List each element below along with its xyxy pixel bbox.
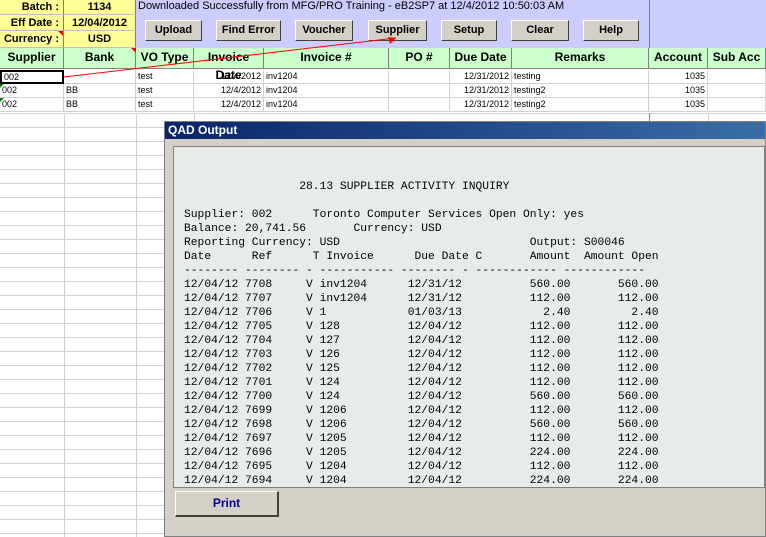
report-line: 12/04/12 7700 V 124 12/04/12 560.00 560.… [184, 391, 659, 403]
report-line: 12/04/12 7696 V 1205 12/04/12 224.00 224… [184, 447, 659, 459]
report-line: 12/04/12 7698 V 1206 12/04/12 560.00 560… [184, 419, 659, 431]
report-line: Supplier: 002 Toronto Computer Services … [184, 209, 584, 221]
report-line: 12/04/12 7708 V inv1204 12/31/12 560.00 … [184, 279, 659, 291]
report-line: 12/04/12 7694 V 1204 12/04/12 224.00 224… [184, 475, 659, 487]
report-line: 12/04/12 7707 V inv1204 12/31/12 112.00 … [184, 293, 659, 305]
report-line: 12/04/12 7703 V 126 12/04/12 112.00 112.… [184, 349, 659, 361]
report-line: 12/04/12 7701 V 124 12/04/12 112.00 112.… [184, 377, 659, 389]
grid-col-line [64, 113, 65, 537]
report-line [184, 194, 764, 208]
report-line: 12/04/12 7706 V 1 01/03/13 2.40 2.40 [184, 307, 659, 319]
report-lines: 28.13 SUPPLIER ACTIVITY INQUIRY Supplier:… [184, 180, 764, 487]
report-line: Reporting Currency: USD Output: S00046 [184, 237, 625, 249]
report-line: 12/04/12 7695 V 1204 12/04/12 112.00 112… [184, 461, 659, 473]
report-output[interactable]: 28.13 SUPPLIER ACTIVITY INQUIRY Supplier:… [173, 146, 765, 488]
report-line: Balance: 20,741.56 Currency: USD [184, 223, 442, 235]
report-line: 28.13 SUPPLIER ACTIVITY INQUIRY [184, 181, 510, 193]
report-line: Date Ref T Invoice Due Date C Amount Amo… [184, 251, 659, 263]
report-line: 12/04/12 7705 V 128 12/04/12 112.00 112.… [184, 321, 659, 333]
grid-col-line [136, 113, 137, 537]
qad-output-dialog: QAD Output 28.13 SUPPLIER ACTIVITY INQUI… [164, 121, 766, 537]
report-line: 12/04/12 7702 V 125 12/04/12 112.00 112.… [184, 363, 659, 375]
report-line: -------- -------- - ----------- --------… [184, 265, 645, 277]
dialog-title: QAD Output [165, 122, 765, 139]
print-button[interactable]: Print [175, 491, 279, 517]
report-line: 12/04/12 7699 V 1206 12/04/12 112.00 112… [184, 405, 659, 417]
annotation-arrow [63, 37, 397, 78]
report-line: 12/04/12 7704 V 127 12/04/12 112.00 112.… [184, 335, 659, 347]
report-line: 12/04/12 7697 V 1205 12/04/12 112.00 112… [184, 433, 659, 445]
